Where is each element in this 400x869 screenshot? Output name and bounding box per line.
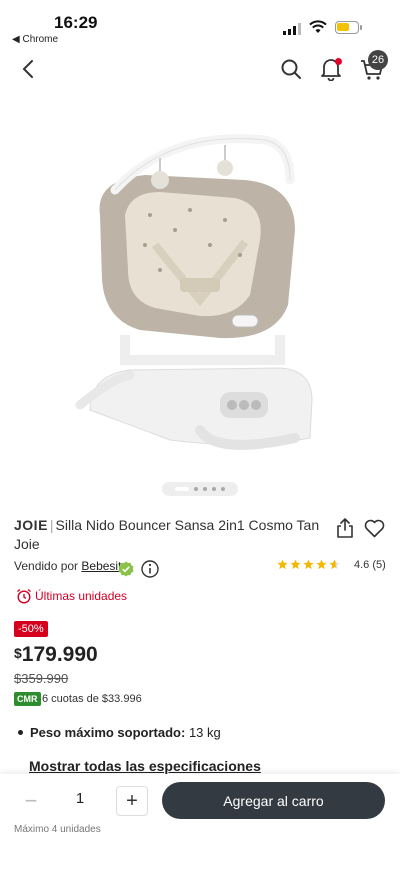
notification-dot bbox=[335, 58, 342, 65]
price-currency: $ bbox=[14, 645, 22, 661]
spec-value: 13 kg bbox=[188, 725, 221, 740]
spec-label: Peso máximo soportado: bbox=[30, 725, 186, 740]
heart-icon[interactable] bbox=[364, 519, 385, 538]
spec-item: Peso máximo soportado: 13 kg bbox=[18, 725, 221, 740]
add-to-cart-button[interactable]: Agregar al carro bbox=[162, 782, 385, 819]
carousel-dot[interactable] bbox=[175, 487, 189, 491]
carousel-dot[interactable] bbox=[221, 487, 225, 491]
star-icon bbox=[316, 559, 327, 570]
star-icon bbox=[290, 559, 301, 570]
status-bar: 16:29 ◀ Chrome bbox=[0, 0, 400, 48]
top-nav bbox=[0, 48, 400, 92]
rating-stars[interactable] bbox=[277, 559, 340, 570]
discount-badge: -50% bbox=[14, 621, 48, 637]
star-icon bbox=[277, 559, 288, 570]
quantity-value: 1 bbox=[75, 790, 85, 807]
brand-link[interactable]: JOIE bbox=[14, 517, 48, 533]
product-title: JOIE | Silla Nido Bouncer Sansa 2in1 Cosmo… bbox=[14, 516, 324, 554]
back-to-app-link[interactable]: ◀ Chrome bbox=[12, 34, 58, 45]
rating-text[interactable]: 4.6 (5) bbox=[354, 559, 386, 571]
signal-icon bbox=[283, 23, 301, 35]
verified-seller-icon bbox=[118, 561, 134, 577]
carousel-dot[interactable] bbox=[194, 487, 198, 491]
installments-text: 6 cuotas de $33.996 bbox=[42, 693, 142, 705]
carousel-dot[interactable] bbox=[203, 487, 207, 491]
info-icon[interactable] bbox=[141, 560, 159, 578]
image-carousel-indicator[interactable] bbox=[162, 482, 238, 496]
product-image[interactable] bbox=[50, 120, 350, 470]
clock: 16:29 bbox=[54, 13, 98, 32]
seller-info: Vendido por Bebesit bbox=[14, 559, 121, 573]
carousel-dot[interactable] bbox=[212, 487, 216, 491]
star-icon bbox=[303, 559, 314, 570]
product-name: Silla Nido Bouncer Sansa 2in1 Cosmo Tan … bbox=[14, 517, 320, 552]
star-half-icon bbox=[329, 559, 340, 570]
battery-icon bbox=[335, 21, 362, 34]
price-amount: 179.990 bbox=[21, 643, 98, 666]
bullet bbox=[18, 730, 23, 735]
alarm-clock-icon bbox=[17, 588, 31, 604]
original-price: $359.990 bbox=[14, 671, 69, 686]
urgency-label: Últimas unidades bbox=[35, 589, 128, 603]
seller-link[interactable]: Bebesit bbox=[81, 559, 121, 573]
title-separator: | bbox=[49, 517, 54, 533]
seller-prefix: Vendido por bbox=[14, 559, 79, 573]
max-units-note: Máximo 4 unidades bbox=[14, 824, 101, 835]
back-arrow-icon[interactable] bbox=[18, 58, 40, 80]
search-icon[interactable] bbox=[280, 58, 302, 80]
cart-count-badge: 26 bbox=[368, 50, 388, 70]
show-all-specs-link[interactable]: Mostrar todas las especificaciones bbox=[29, 758, 261, 774]
purchase-bar: − 1 + Agregar al carro Máximo 4 unidades bbox=[0, 774, 400, 869]
cmr-badge: CMR bbox=[14, 692, 41, 706]
share-icon[interactable] bbox=[336, 518, 354, 538]
quantity-increase-button[interactable]: + bbox=[116, 786, 148, 816]
wifi-icon bbox=[309, 20, 327, 33]
quantity-decrease-button[interactable]: − bbox=[16, 787, 46, 815]
current-price: $179.990 bbox=[14, 643, 98, 667]
